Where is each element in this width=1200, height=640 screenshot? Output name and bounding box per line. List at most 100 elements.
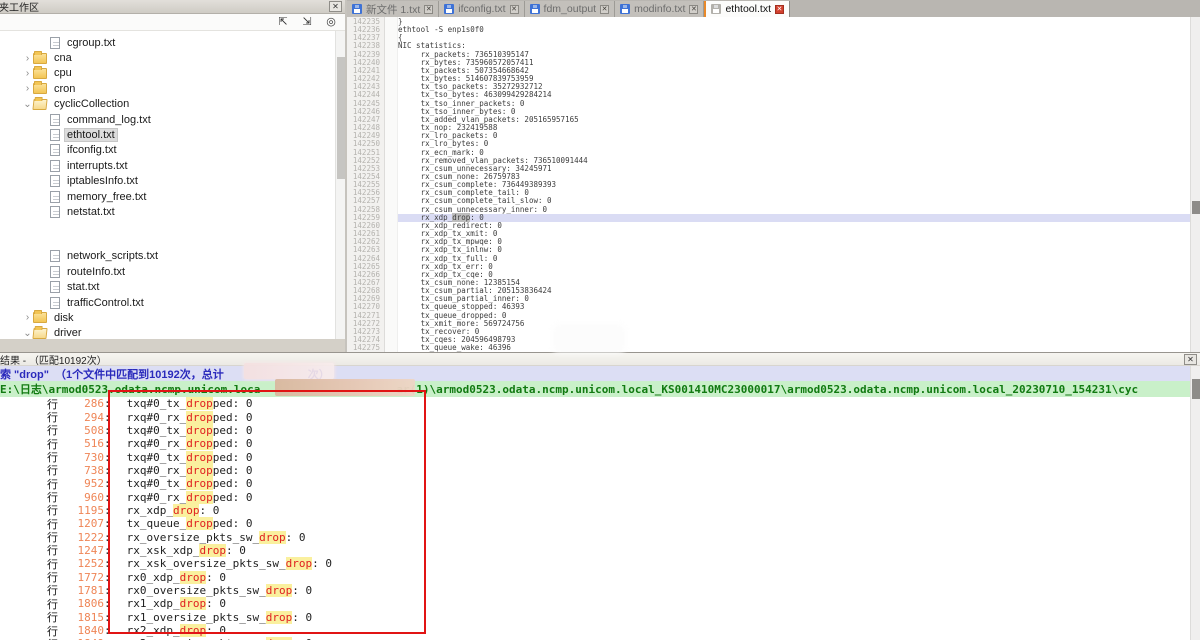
- tree-item-driver[interactable]: ⌄ driver: [0, 326, 335, 339]
- tree-item-trafficcontrol-txt[interactable]: trafficControl.txt: [0, 295, 335, 310]
- result-line-number: 960: [58, 491, 104, 504]
- editor-line: tx_queue_wake: 46396: [398, 344, 1200, 352]
- folder-icon: [32, 328, 47, 339]
- result-line-number: 1781: [58, 584, 104, 597]
- chevron-right-icon[interactable]: ›: [22, 53, 33, 64]
- tree-item-ethtool-txt[interactable]: ethtool.txt: [0, 127, 335, 142]
- tree-item-label: driver: [52, 327, 84, 339]
- code-area[interactable]: }ethtool -S enp1s0f0{NIC statistics: rx_…: [398, 17, 1200, 352]
- results-scrollbar[interactable]: [1190, 366, 1200, 640]
- sync-from-workspace-icon[interactable]: ⇲: [300, 16, 314, 29]
- line-number: 142275: [347, 344, 380, 352]
- locate-file-icon[interactable]: ◎: [324, 16, 338, 29]
- tree-item-cna[interactable]: ›cna: [0, 50, 335, 65]
- tree-item-memory_free-txt[interactable]: memory_free.txt: [0, 189, 335, 204]
- tree-item-stat-txt[interactable]: stat.txt: [0, 279, 335, 294]
- workspace-close-button[interactable]: ✕: [329, 1, 342, 12]
- sync-to-workspace-icon[interactable]: ⇱: [276, 16, 290, 29]
- file-icon: [50, 297, 60, 309]
- editor-pane: 新文件 1.txt✕ifconfig.txt✕fdm_output✕modinf…: [347, 0, 1200, 352]
- tree-item-label: cron: [52, 83, 77, 95]
- editor-line: tx_queue_stopped: 46393: [398, 303, 1200, 311]
- tab-fdm_output[interactable]: fdm_output✕: [525, 1, 616, 17]
- tree-item-label: netstat.txt: [65, 206, 117, 218]
- result-line-number: 730: [58, 451, 104, 464]
- results-close-button[interactable]: ✕: [1184, 354, 1197, 365]
- tree-item-cpu[interactable]: › cpu: [0, 66, 335, 81]
- tree-item-disk[interactable]: ›disk: [0, 310, 335, 325]
- file-tree: cgroup.txt›cna›cpu›cron⌄cyclicCollection…: [0, 31, 345, 339]
- search-summary-prefix: 索 "drop" （1个文件中匹配到10192次，总计: [0, 366, 224, 381]
- result-line-number: 508: [58, 424, 104, 437]
- row-label: 行: [47, 636, 58, 640]
- tree-item-cgroup-txt[interactable]: cgroup.txt: [0, 35, 335, 50]
- tab-close-icon[interactable]: ✕: [424, 5, 433, 14]
- tab-label: fdm_output: [544, 3, 597, 15]
- result-line-number: 738: [58, 464, 104, 477]
- tab-close-icon[interactable]: ✕: [600, 5, 609, 14]
- tree-item-cycliccollection[interactable]: ⌄cyclicCollection: [0, 97, 335, 112]
- file-icon: [50, 114, 60, 126]
- search-summary-row[interactable]: 索 "drop" （1个文件中匹配到10192次，总计 次）: [0, 366, 1200, 381]
- result-line-number: 1815: [58, 611, 104, 624]
- workspace-title: 夹工作区: [0, 0, 39, 14]
- editor-line: rx_xdp_tx_err: 0: [398, 263, 1200, 271]
- editor-scrollbar[interactable]: [1190, 17, 1200, 352]
- redaction-blur-editor: [556, 327, 622, 350]
- tab-label: modinfo.txt: [634, 3, 685, 15]
- chevron-right-icon[interactable]: ›: [22, 312, 33, 323]
- tree-item-interrupts-txt[interactable]: interrupts.txt: [0, 158, 335, 173]
- tree-item-iptablesinfo-txt[interactable]: iptablesInfo.txt: [0, 174, 335, 189]
- workspace-toolbar: ⇱ ⇲ ◎: [0, 14, 345, 31]
- tree-scrollbar[interactable]: [335, 31, 345, 339]
- chevron-right-icon[interactable]: ›: [22, 68, 33, 79]
- tab-ethtool-txt[interactable]: ethtool.txt✕: [704, 1, 790, 17]
- results-titlebar: 结果 - （匹配10192次） ✕: [0, 353, 1200, 366]
- file-icon: [50, 191, 60, 203]
- tab-close-icon[interactable]: ✕: [775, 5, 784, 14]
- tree-item-network_scripts-txt[interactable]: network_scripts.txt: [0, 249, 335, 264]
- save-file-icon: [620, 4, 630, 14]
- editor-line: tx_nop: 232419588: [398, 124, 1200, 132]
- tree-item-ifconfig-txt[interactable]: ifconfig.txt: [0, 143, 335, 158]
- folder-icon: [32, 99, 47, 110]
- tree-item-label: memory_free.txt: [65, 191, 148, 203]
- tree-scrollbar-thumb[interactable]: [337, 57, 345, 179]
- tab-close-icon[interactable]: ✕: [510, 5, 519, 14]
- file-icon: [50, 250, 60, 262]
- tree-item-command_log-txt[interactable]: command_log.txt: [0, 112, 335, 127]
- editor-scrollbar-thumb[interactable]: [1192, 201, 1200, 214]
- editor-line: tx_tso_inner_packets: 0: [398, 100, 1200, 108]
- file-icon: [50, 175, 60, 187]
- result-line-number: 1207: [58, 517, 104, 530]
- tab-新文件-1-txt[interactable]: 新文件 1.txt ✕: [347, 1, 439, 17]
- editor-line: rx_csum_unnecessary_inner: 0: [398, 206, 1200, 214]
- tree-item-label: cpu: [52, 67, 74, 79]
- tree-item-label: routeInfo.txt: [65, 266, 127, 278]
- result-line-number: 1247: [58, 544, 104, 557]
- file-icon: [50, 266, 60, 278]
- tree-item-label: stat.txt: [65, 281, 101, 293]
- tree-item-label: network_scripts.txt: [65, 250, 160, 262]
- tree-item-netstat-txt[interactable]: netstat.txt: [0, 204, 335, 219]
- tab-label: 新文件 1.txt: [366, 2, 420, 17]
- tab-close-icon[interactable]: ✕: [689, 5, 698, 14]
- results-scrollbar-thumb[interactable]: [1192, 379, 1200, 399]
- editor-body[interactable]: 1422351422361422371422381422391422401422…: [347, 17, 1200, 352]
- tab-ifconfig-txt[interactable]: ifconfig.txt✕: [439, 1, 524, 17]
- save-file-icon: [444, 4, 454, 14]
- tree-item-label: ethtool.txt: [65, 129, 117, 141]
- folder-icon: [33, 53, 47, 64]
- chevron-down-icon[interactable]: ⌄: [22, 328, 33, 339]
- tree-item-cron[interactable]: › cron: [0, 81, 335, 96]
- editor-line: tx_cqes: 204596498793: [398, 336, 1200, 344]
- editor-line: rx_lro_bytes: 0: [398, 140, 1200, 148]
- result-line-number: 1195: [58, 504, 104, 517]
- tab-modinfo-txt[interactable]: modinfo.txt ✕: [615, 1, 704, 17]
- search-path-suffix: ar(1)\armod0523.odata.ncmp.unicom.local_…: [396, 383, 1138, 396]
- chevron-right-icon[interactable]: ›: [22, 83, 33, 94]
- file-icon: [50, 129, 60, 141]
- chevron-down-icon[interactable]: ⌄: [22, 99, 33, 110]
- tree-item-routeinfo-txt[interactable]: routeInfo.txt: [0, 264, 335, 279]
- result-line-number: 1772: [58, 571, 104, 584]
